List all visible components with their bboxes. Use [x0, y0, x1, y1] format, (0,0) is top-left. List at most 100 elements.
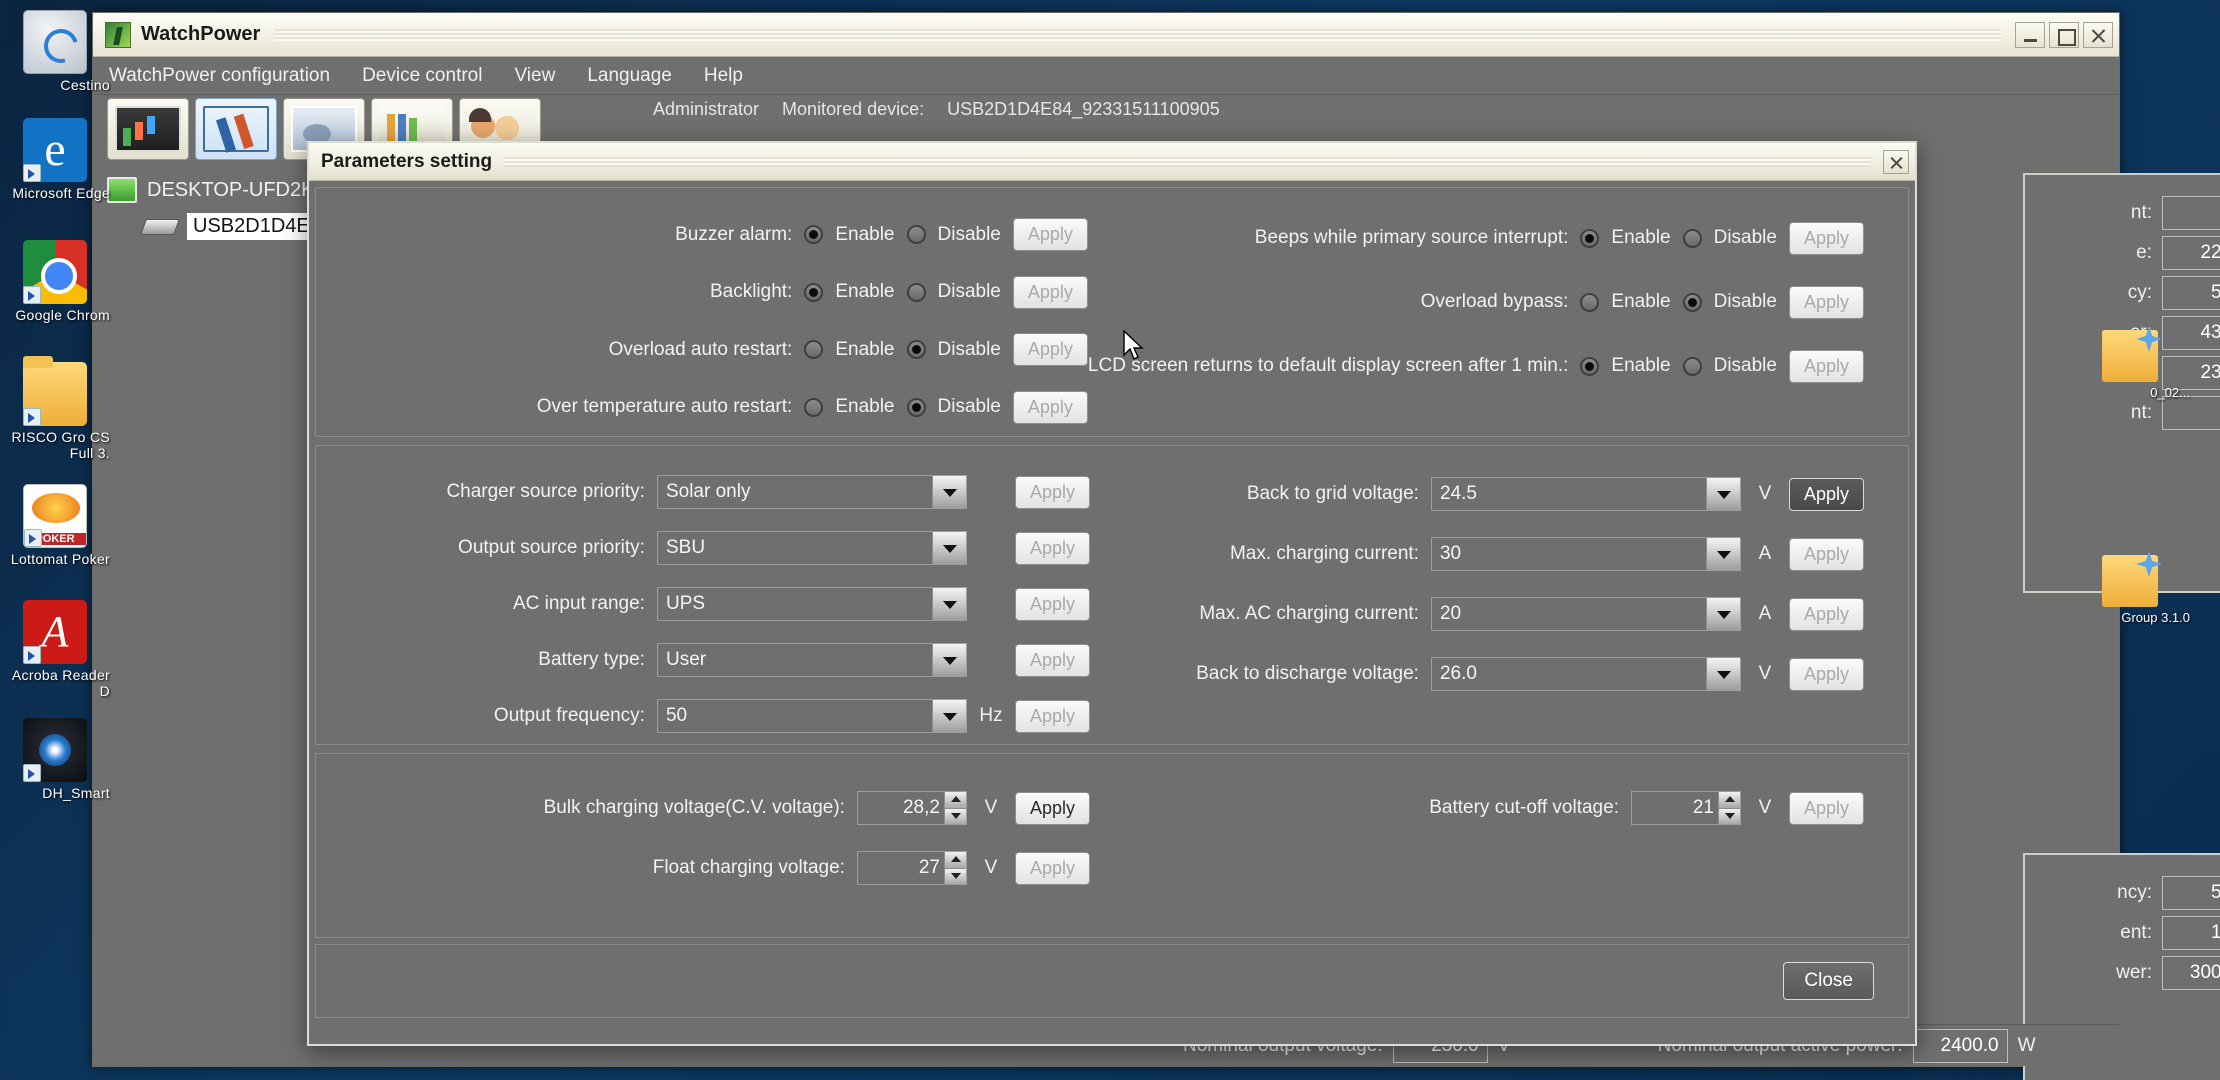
folder-icon [23, 356, 87, 426]
menu-item-device-control[interactable]: Device control [358, 63, 486, 89]
apply-button[interactable]: Apply [1788, 477, 1864, 511]
radio-unselected[interactable] [906, 282, 926, 302]
dropdown-value: 20 [1439, 603, 1462, 624]
radio-selected[interactable] [1580, 228, 1600, 248]
spinner-column-left: Bulk charging voltage(C.V. voltage): 28,2… [316, 754, 1090, 937]
desktop-icon-network-folder[interactable]: Group 3.1.0 [2070, 555, 2190, 625]
spinner-value: 27 [918, 857, 940, 878]
acrobat-reader-icon [23, 600, 87, 664]
menu-item-watchpower-configuration[interactable]: WatchPower configuration [105, 63, 334, 89]
radio-unselected[interactable] [1682, 356, 1702, 376]
radio-unselected[interactable] [1682, 228, 1702, 248]
spinner-down-icon[interactable] [1717, 808, 1740, 824]
radio-selected[interactable] [1580, 356, 1600, 376]
dropdown-select[interactable]: Solar only [656, 475, 967, 509]
shortcut-arrow-icon [23, 408, 41, 426]
dropdown-value: User [665, 649, 707, 670]
window-titlebar: WatchPower [93, 13, 2119, 57]
chevron-down-icon[interactable] [1705, 478, 1740, 510]
desktop-icon-label: 0_02... [2150, 385, 2190, 400]
spinner-row: Float charging voltage: 27 V Apply [316, 838, 1090, 898]
radio-selected[interactable] [804, 282, 824, 302]
desktop-icon-folder[interactable]: RISCO Gro CS Full 3. [0, 356, 110, 461]
radio-unselected[interactable] [906, 225, 926, 245]
dropdown-select[interactable]: 20 [1430, 597, 1741, 631]
parameter-setting-button[interactable] [195, 98, 277, 160]
spinner-value: 21 [1692, 797, 1714, 818]
radio-unselected[interactable] [804, 340, 824, 360]
chevron-down-icon[interactable] [1705, 538, 1740, 570]
spinner-unit: V [984, 797, 998, 818]
desktop-icon-dh-smart[interactable]: DH_Smart [0, 718, 110, 801]
desktop-icon-network-folder[interactable]: 0_02... [2070, 330, 2190, 400]
spinner-arrows [943, 792, 966, 824]
close-button[interactable]: Close [1783, 962, 1874, 1000]
disable-label: Disable [1713, 355, 1777, 376]
minimize-button[interactable] [2015, 21, 2045, 48]
disable-label: Disable [937, 223, 1001, 245]
spinner-down-icon[interactable] [943, 868, 966, 884]
menu-bar: WatchPower configuration Device control Vi… [93, 57, 2119, 95]
window-title: WatchPower [141, 23, 261, 45]
recycle-bin-icon [23, 10, 87, 74]
desktop-icon-edge[interactable]: Microsoft Edge [0, 118, 110, 201]
desktop-icon-label: DH_Smart [42, 785, 110, 801]
dropdown-row: Back to discharge voltage: 26.0 V Apply [1090, 644, 1864, 704]
toggle-settings-group: Buzzer alarm: Enable Disable Apply Backlight… [315, 187, 1909, 437]
toggle-label: LCD screen returns to default display sc… [1087, 355, 1569, 376]
radio-unselected[interactable] [804, 397, 824, 417]
dropdown-select[interactable]: 26.0 [1430, 657, 1741, 691]
spinner-down-icon[interactable] [943, 808, 966, 824]
spinner-column-right: Battery cut-off voltage: 21 V Apply [1090, 754, 1908, 937]
chevron-down-icon[interactable] [1705, 658, 1740, 690]
radio-selected[interactable] [1682, 292, 1702, 312]
dropdown-select[interactable]: 24.5 [1430, 477, 1741, 511]
chevron-down-icon[interactable] [931, 532, 966, 564]
spinner-up-icon[interactable] [1717, 792, 1740, 809]
chrome-icon [23, 240, 87, 304]
apply-button: Apply [1014, 587, 1090, 621]
dialog-titlebar-rule [504, 156, 1871, 167]
dropdown-value: 24.5 [1439, 483, 1477, 504]
radio-selected[interactable] [906, 397, 926, 417]
spinner-input[interactable]: 28,2 [856, 791, 967, 825]
spinner-up-icon[interactable] [943, 792, 966, 809]
dropdown-select[interactable]: UPS [656, 587, 967, 621]
spinner-arrows [943, 852, 966, 884]
chevron-down-icon[interactable] [931, 644, 966, 676]
desktop-icon-recycle-bin[interactable]: Cestino [0, 10, 110, 93]
dropdown-select[interactable]: 30 [1430, 537, 1741, 571]
radio-unselected[interactable] [1580, 292, 1600, 312]
dropdown-select[interactable]: SBU [656, 531, 967, 565]
toggle-column-left: Buzzer alarm: Enable Disable Apply Backlight… [316, 188, 1088, 436]
chevron-down-icon[interactable] [931, 700, 966, 732]
apply-button: Apply [1014, 531, 1090, 565]
dropdown-value: Solar only [665, 481, 751, 502]
dialog-body: Buzzer alarm: Enable Disable Apply Backlight… [315, 187, 1909, 1038]
dialog-close-icon[interactable] [1883, 149, 1909, 174]
dropdown-select[interactable]: 50 [656, 699, 967, 733]
spinner-input[interactable]: 27 [856, 851, 967, 885]
chevron-down-icon[interactable] [931, 588, 966, 620]
radio-selected[interactable] [804, 225, 824, 245]
dropdown-label: Max. charging current: [1229, 543, 1419, 564]
toggle-label: Overload auto restart: [608, 338, 793, 360]
spinner-input[interactable]: 21 [1630, 791, 1741, 825]
spinner-up-icon[interactable] [943, 852, 966, 869]
monitor-button[interactable] [107, 98, 189, 160]
menu-item-language[interactable]: Language [583, 63, 676, 89]
menu-item-view[interactable]: View [510, 63, 559, 89]
chevron-down-icon[interactable] [931, 476, 966, 508]
desktop-icon-acrobat-reader[interactable]: Acroba Reader D [0, 600, 110, 699]
tree-device-label: USB2D1D4E8 [187, 213, 327, 240]
toggle-row: Backlight: Enable Disable Apply [316, 264, 1088, 322]
network-folder-icon [2102, 555, 2158, 607]
chevron-down-icon[interactable] [1705, 598, 1740, 630]
dropdown-select[interactable]: User [656, 643, 967, 677]
monitored-device-label: Monitored device: [782, 99, 925, 119]
apply-button[interactable]: Apply [1014, 791, 1090, 825]
menu-item-help[interactable]: Help [700, 63, 747, 89]
radio-selected[interactable] [906, 340, 926, 360]
desktop-icon-chrome[interactable]: Google Chrom [0, 240, 110, 323]
desktop-icon-poker[interactable]: Lottomat Poker [0, 484, 110, 567]
